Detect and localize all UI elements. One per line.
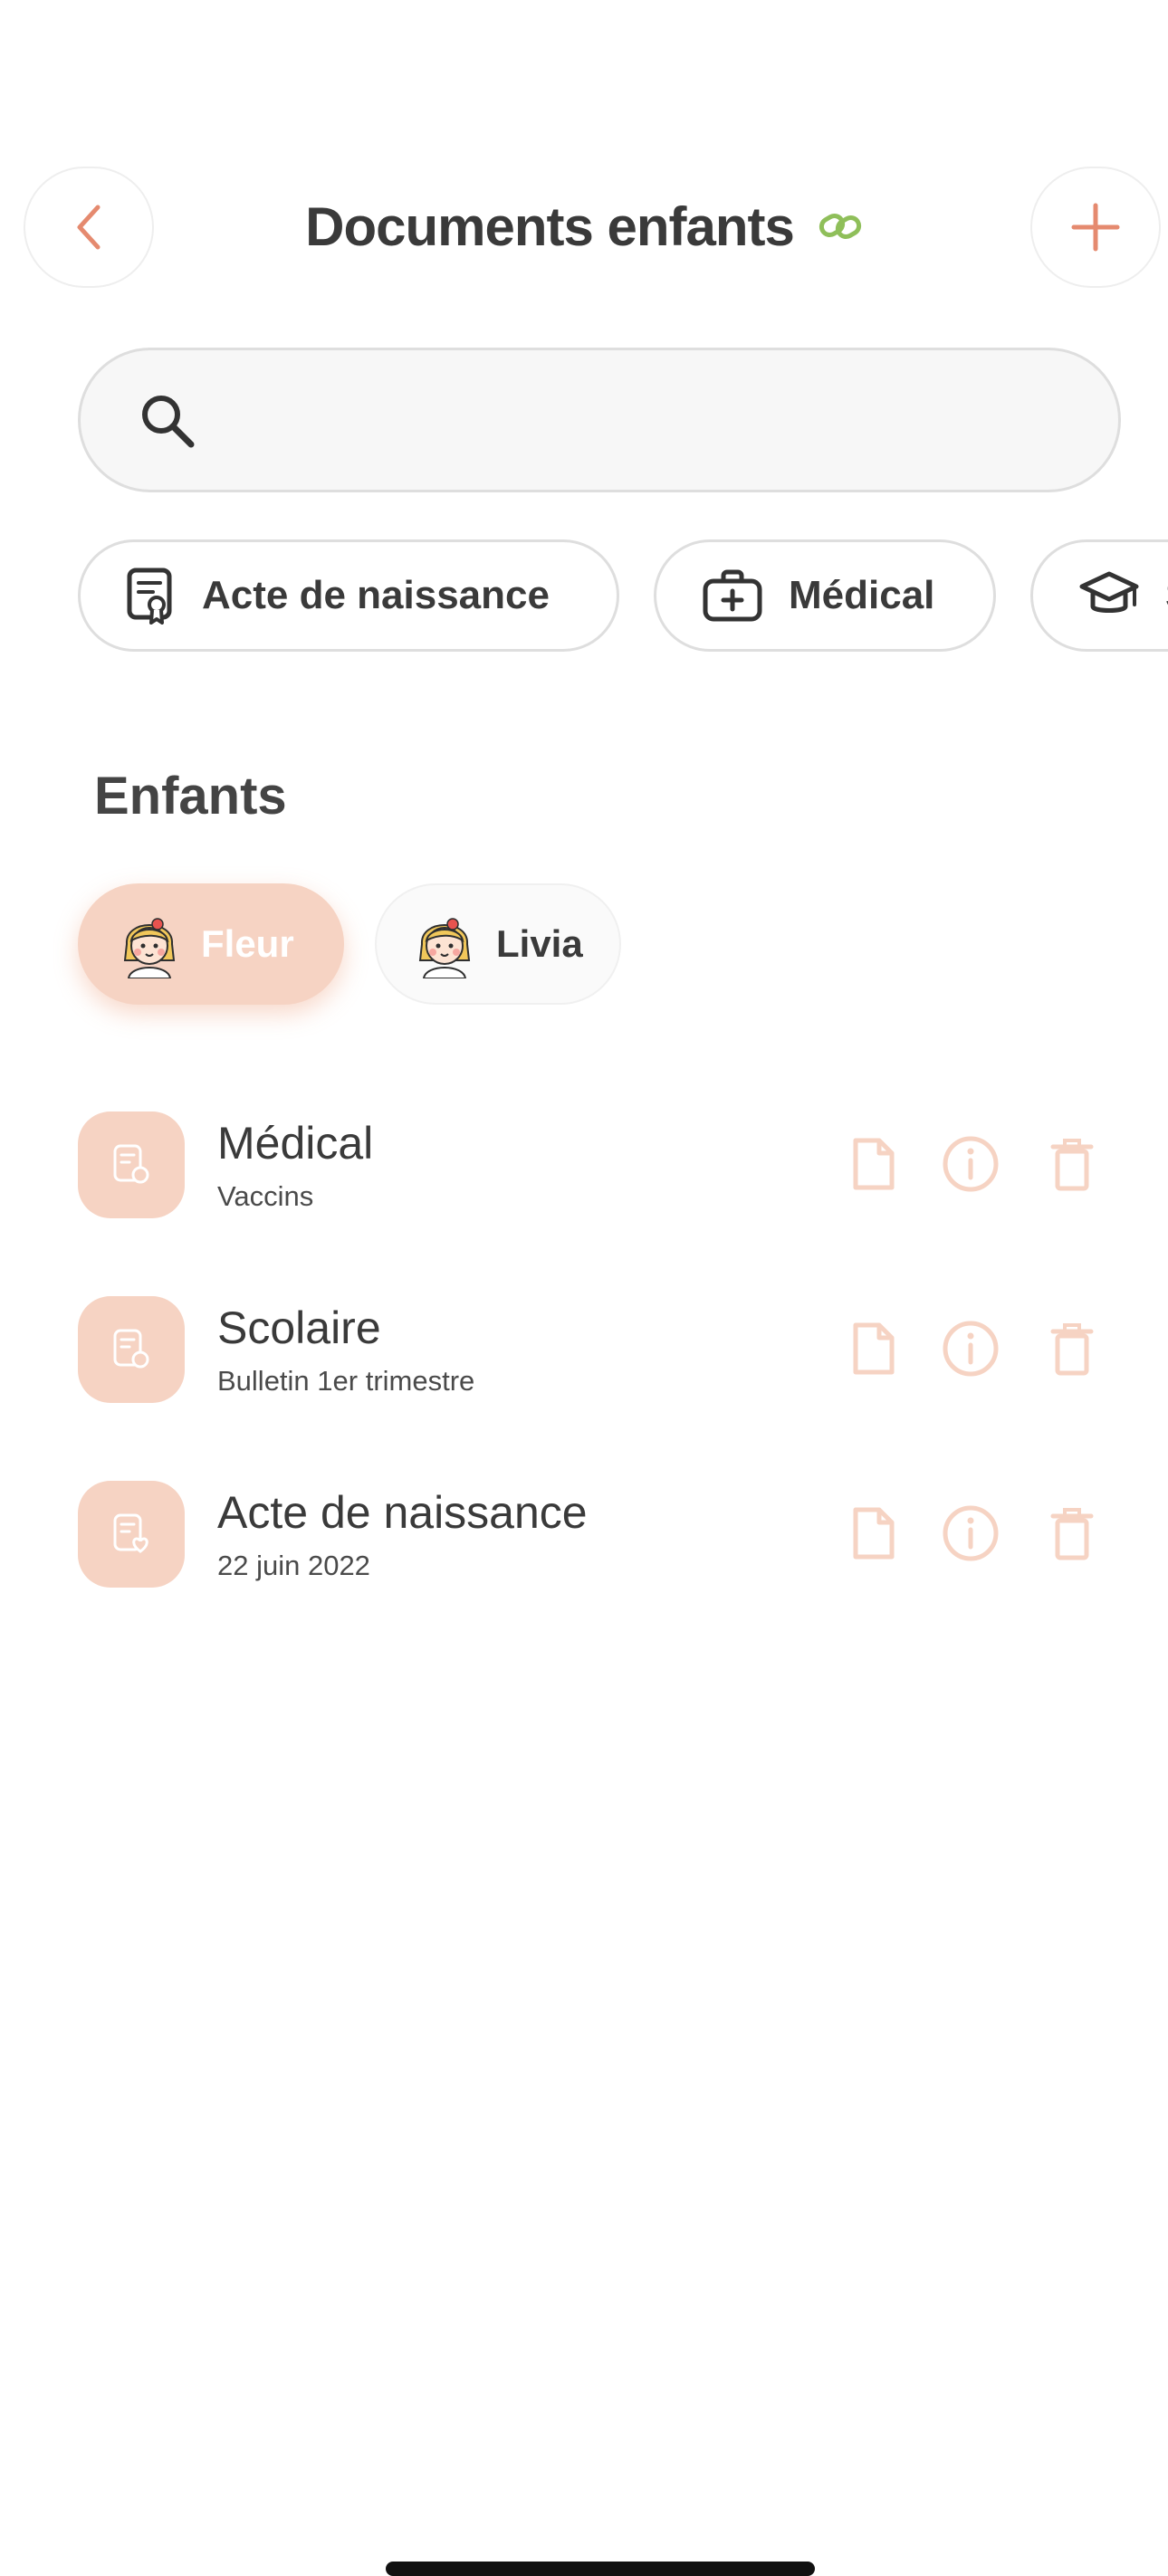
view-file-button[interactable] bbox=[837, 1497, 909, 1569]
child-pill-fleur[interactable]: Fleur bbox=[78, 883, 344, 1005]
add-document-button[interactable] bbox=[1030, 167, 1161, 288]
category-chip-birth-certificate[interactable]: Acte de naissance bbox=[78, 539, 619, 652]
page-title: Documents enfants bbox=[0, 190, 1168, 262]
info-button[interactable] bbox=[934, 1497, 1007, 1569]
document-title: Scolaire bbox=[217, 1302, 381, 1353]
file-icon bbox=[853, 1507, 895, 1560]
view-file-button[interactable] bbox=[837, 1312, 909, 1385]
document-title: Acte de naissance bbox=[217, 1487, 588, 1538]
category-chip-medical[interactable]: Médical bbox=[654, 539, 996, 652]
info-icon bbox=[943, 1505, 999, 1561]
child-name: Livia bbox=[496, 922, 583, 965]
search-icon bbox=[142, 396, 195, 448]
delete-button[interactable] bbox=[1036, 1128, 1108, 1200]
document-subtitle: Bulletin 1er trimestre bbox=[217, 1365, 475, 1397]
avatar bbox=[418, 918, 471, 978]
file-icon bbox=[853, 1322, 895, 1375]
plus-icon bbox=[1071, 203, 1120, 252]
trash-icon bbox=[1050, 1508, 1094, 1560]
trash-icon bbox=[1050, 1323, 1094, 1376]
view-file-button[interactable] bbox=[837, 1128, 909, 1200]
link-icon bbox=[819, 214, 861, 239]
document-row-medical[interactable]: Médical Vaccins bbox=[78, 1111, 1101, 1220]
graduation-cap-icon bbox=[1079, 571, 1139, 613]
page-title-text: Documents enfants bbox=[305, 196, 795, 257]
info-icon bbox=[943, 1321, 999, 1377]
child-name: Fleur bbox=[201, 922, 294, 965]
delete-button[interactable] bbox=[1036, 1497, 1108, 1569]
document-icon bbox=[78, 1481, 185, 1588]
document-icon bbox=[78, 1111, 185, 1218]
delete-button[interactable] bbox=[1036, 1312, 1108, 1385]
document-subtitle: 22 juin 2022 bbox=[217, 1550, 370, 1581]
trash-icon bbox=[1050, 1139, 1094, 1191]
document-subtitle: Vaccins bbox=[217, 1180, 314, 1212]
document-row-school[interactable]: Scolaire Bulletin 1er trimestre bbox=[78, 1296, 1101, 1405]
document-icon bbox=[78, 1296, 185, 1403]
category-chip-school[interactable]: S bbox=[1030, 539, 1168, 652]
document-row-birth-certificate[interactable]: Acte de naissance 22 juin 2022 bbox=[78, 1481, 1101, 1589]
info-button[interactable] bbox=[934, 1128, 1007, 1200]
file-icon bbox=[853, 1138, 895, 1190]
search-bar[interactable] bbox=[78, 348, 1121, 492]
avatar bbox=[123, 918, 176, 978]
category-chip-label: Médical bbox=[789, 573, 935, 617]
category-chip-label: Acte de naissance bbox=[202, 573, 550, 617]
category-filter-bar: Acte de naissance Médical S bbox=[0, 539, 1168, 652]
document-title: Médical bbox=[217, 1118, 374, 1169]
info-icon bbox=[943, 1136, 999, 1192]
medical-kit-icon bbox=[703, 569, 762, 622]
info-button[interactable] bbox=[934, 1312, 1007, 1385]
search-input[interactable] bbox=[225, 377, 1080, 466]
children-section-title: Enfants bbox=[94, 767, 287, 825]
child-pill-livia[interactable]: Livia bbox=[375, 883, 621, 1005]
home-indicator bbox=[386, 2562, 815, 2576]
certificate-icon bbox=[127, 568, 172, 625]
